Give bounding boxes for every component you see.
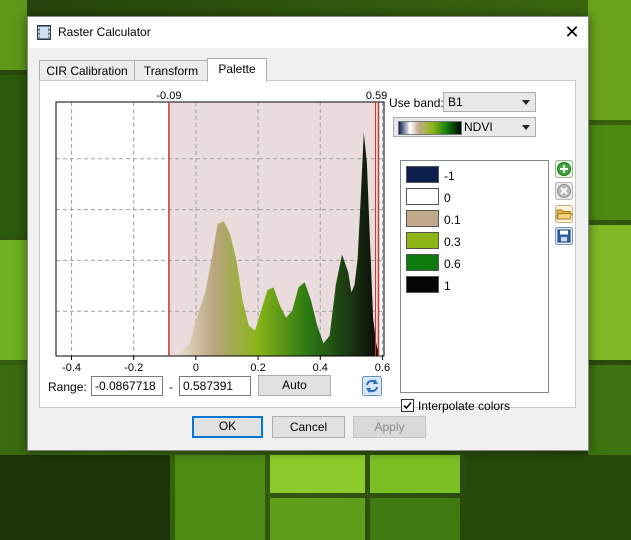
color-stop-value: 0.1 [444, 213, 461, 227]
color-swatch[interactable] [406, 254, 439, 271]
tab-palette[interactable]: Palette [207, 58, 267, 82]
chevron-down-icon [522, 125, 530, 130]
range-label: Range: [48, 380, 87, 394]
color-stop-list[interactable]: -1 0 0.1 0.3 0.6 1 [400, 160, 549, 393]
color-swatch[interactable] [406, 232, 439, 249]
color-swatch[interactable] [406, 276, 439, 293]
film-strip-icon [37, 25, 51, 40]
range-min-input[interactable]: -0.0867718 [91, 376, 163, 396]
x-tick-label: 0.4 [313, 362, 328, 374]
open-folder-icon[interactable] [555, 205, 573, 223]
x-tick-label: -0.4 [62, 362, 81, 374]
cancel-button[interactable]: Cancel [272, 416, 345, 438]
x-tick-label: 0 [193, 362, 199, 374]
color-swatch[interactable] [406, 166, 439, 183]
x-tick-label: 0.6 [375, 362, 390, 374]
color-stop-value: 0 [444, 191, 451, 205]
palette-name: NDVI [464, 120, 493, 134]
color-swatch[interactable] [406, 210, 439, 227]
range-min-label: -0.09 [156, 90, 181, 102]
band-value: B1 [448, 95, 463, 109]
range-separator: - [169, 380, 173, 394]
remove-icon[interactable] [555, 182, 573, 200]
use-band-label: Use band: [389, 96, 444, 110]
refresh-icon[interactable] [362, 376, 382, 396]
save-icon[interactable] [555, 227, 573, 245]
range-max-input[interactable]: 0.587391 [179, 376, 251, 396]
close-button[interactable]: ✕ [556, 17, 588, 48]
tab-cir-calibration[interactable]: CIR Calibration [39, 60, 135, 81]
color-stop-value: 1 [444, 279, 451, 293]
interpolate-label: Interpolate colors [418, 399, 511, 413]
tab-label: Palette [218, 62, 256, 76]
ok-button[interactable]: OK [192, 416, 263, 438]
x-tick-label: -0.2 [124, 362, 143, 374]
tab-label: CIR Calibration [46, 64, 128, 78]
palette-gradient-preview [398, 121, 462, 135]
tab-transform[interactable]: Transform [134, 60, 208, 81]
color-stop-value: -1 [444, 169, 455, 183]
range-max-label: 0.59 [366, 90, 387, 102]
title-bar: Raster Calculator ✕ [28, 17, 588, 48]
band-select[interactable]: B1 [443, 92, 536, 112]
dialog-title: Raster Calculator [58, 25, 151, 39]
histogram[interactable]: -0.09 0.59 -0.4 -0.2 0 0.2 0.4 0.6 [40, 81, 400, 407]
auto-button[interactable]: Auto [258, 375, 331, 396]
color-stop-value: 0.6 [444, 257, 461, 271]
checkmark-icon [403, 401, 412, 410]
close-icon: ✕ [564, 22, 580, 42]
color-swatch[interactable] [406, 188, 439, 205]
chevron-down-icon [522, 100, 530, 105]
palette-panel: -0.09 0.59 -0.4 -0.2 0 0.2 0.4 0.6 Range: -0.08… [39, 80, 576, 413]
palette-select[interactable]: NDVI [393, 117, 536, 137]
raster-calculator-dialog: Raster Calculator ✕ CIR Calibration Tran… [27, 16, 589, 451]
tab-label: Transform [143, 64, 199, 78]
color-stop-value: 0.3 [444, 235, 461, 249]
x-tick-label: 0.2 [250, 362, 265, 374]
apply-button[interactable]: Apply [353, 416, 426, 438]
interpolate-checkbox[interactable] [401, 399, 414, 412]
add-icon[interactable] [555, 160, 573, 178]
